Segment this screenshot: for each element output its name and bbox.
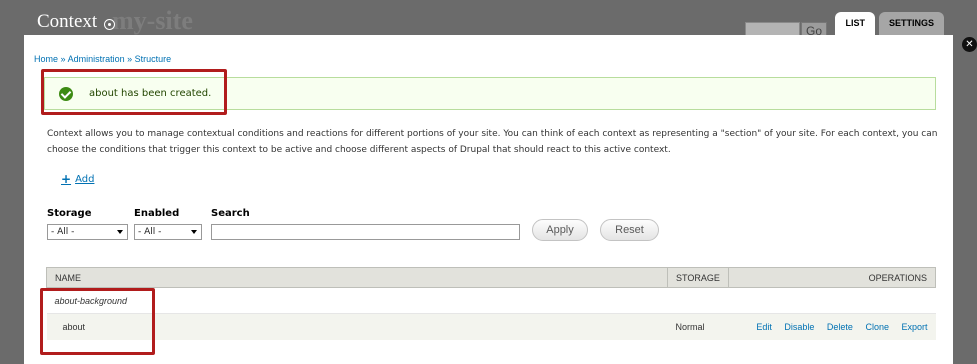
plus-icon: + bbox=[61, 172, 72, 186]
enabled-select[interactable]: - All - bbox=[134, 224, 202, 240]
breadcrumb-home[interactable]: Home bbox=[34, 54, 58, 64]
storage-filter-label: Storage bbox=[47, 208, 92, 219]
chevron-down-icon bbox=[191, 230, 197, 234]
table-tag-row: about-background bbox=[46, 287, 936, 314]
highlight-box-table-names bbox=[40, 288, 155, 355]
overlay-tabs: LIST SETTINGS bbox=[835, 12, 944, 35]
search-filter-label: Search bbox=[211, 208, 250, 219]
overlay-title-text: Context bbox=[37, 11, 98, 32]
add-context-label: Add bbox=[75, 173, 95, 185]
overlay-title: Context bbox=[37, 11, 116, 33]
storage-select[interactable]: - All - bbox=[47, 224, 128, 240]
highlight-box-status bbox=[41, 69, 227, 115]
breadcrumb-administration[interactable]: Administration bbox=[68, 54, 125, 64]
chevron-down-icon bbox=[117, 230, 123, 234]
column-header-operations: OPERATIONS bbox=[727, 267, 937, 288]
search-input[interactable] bbox=[211, 224, 520, 240]
context-operations: Edit Disable Delete Clone Export bbox=[728, 313, 936, 340]
enabled-filter-label: Enabled bbox=[134, 208, 180, 219]
context-storage: Normal bbox=[667, 313, 729, 340]
breadcrumb-separator: » bbox=[60, 54, 66, 64]
export-link[interactable]: Export bbox=[901, 322, 927, 332]
clone-link[interactable]: Clone bbox=[865, 322, 889, 332]
table-header-row: NAME STORAGE OPERATIONS bbox=[46, 267, 937, 288]
contexts-table: NAME STORAGE OPERATIONS about-background… bbox=[46, 267, 937, 340]
column-header-name: NAME bbox=[46, 267, 668, 288]
close-icon: ✕ bbox=[965, 39, 974, 50]
overlay-close-button[interactable]: ✕ bbox=[962, 37, 977, 52]
table-row: about Normal Edit Disable Delete Clone E… bbox=[46, 313, 936, 340]
overlay-content-panel: Home » Administration » Structure about … bbox=[24, 35, 953, 364]
breadcrumb-structure[interactable]: Structure bbox=[135, 54, 172, 64]
add-shortcut-icon[interactable] bbox=[104, 18, 116, 30]
delete-link[interactable]: Delete bbox=[827, 322, 853, 332]
storage-select-value: - All - bbox=[51, 227, 75, 237]
edit-link[interactable]: Edit bbox=[756, 322, 772, 332]
add-context-link[interactable]: + Add bbox=[61, 172, 94, 186]
site-name: my-site bbox=[112, 6, 193, 35]
enabled-select-value: - All - bbox=[138, 227, 162, 237]
breadcrumb: Home » Administration » Structure bbox=[34, 54, 171, 64]
tab-settings[interactable]: SETTINGS bbox=[878, 12, 944, 35]
reset-button[interactable]: Reset bbox=[600, 219, 659, 241]
tag-name: about-background bbox=[46, 287, 936, 314]
apply-button[interactable]: Apply bbox=[532, 219, 588, 241]
page-description: Context allows you to manage contextual … bbox=[47, 129, 938, 155]
tab-list[interactable]: LIST bbox=[835, 12, 875, 35]
disable-link[interactable]: Disable bbox=[784, 322, 814, 332]
breadcrumb-separator: » bbox=[127, 54, 133, 64]
column-header-storage: STORAGE bbox=[667, 267, 729, 288]
